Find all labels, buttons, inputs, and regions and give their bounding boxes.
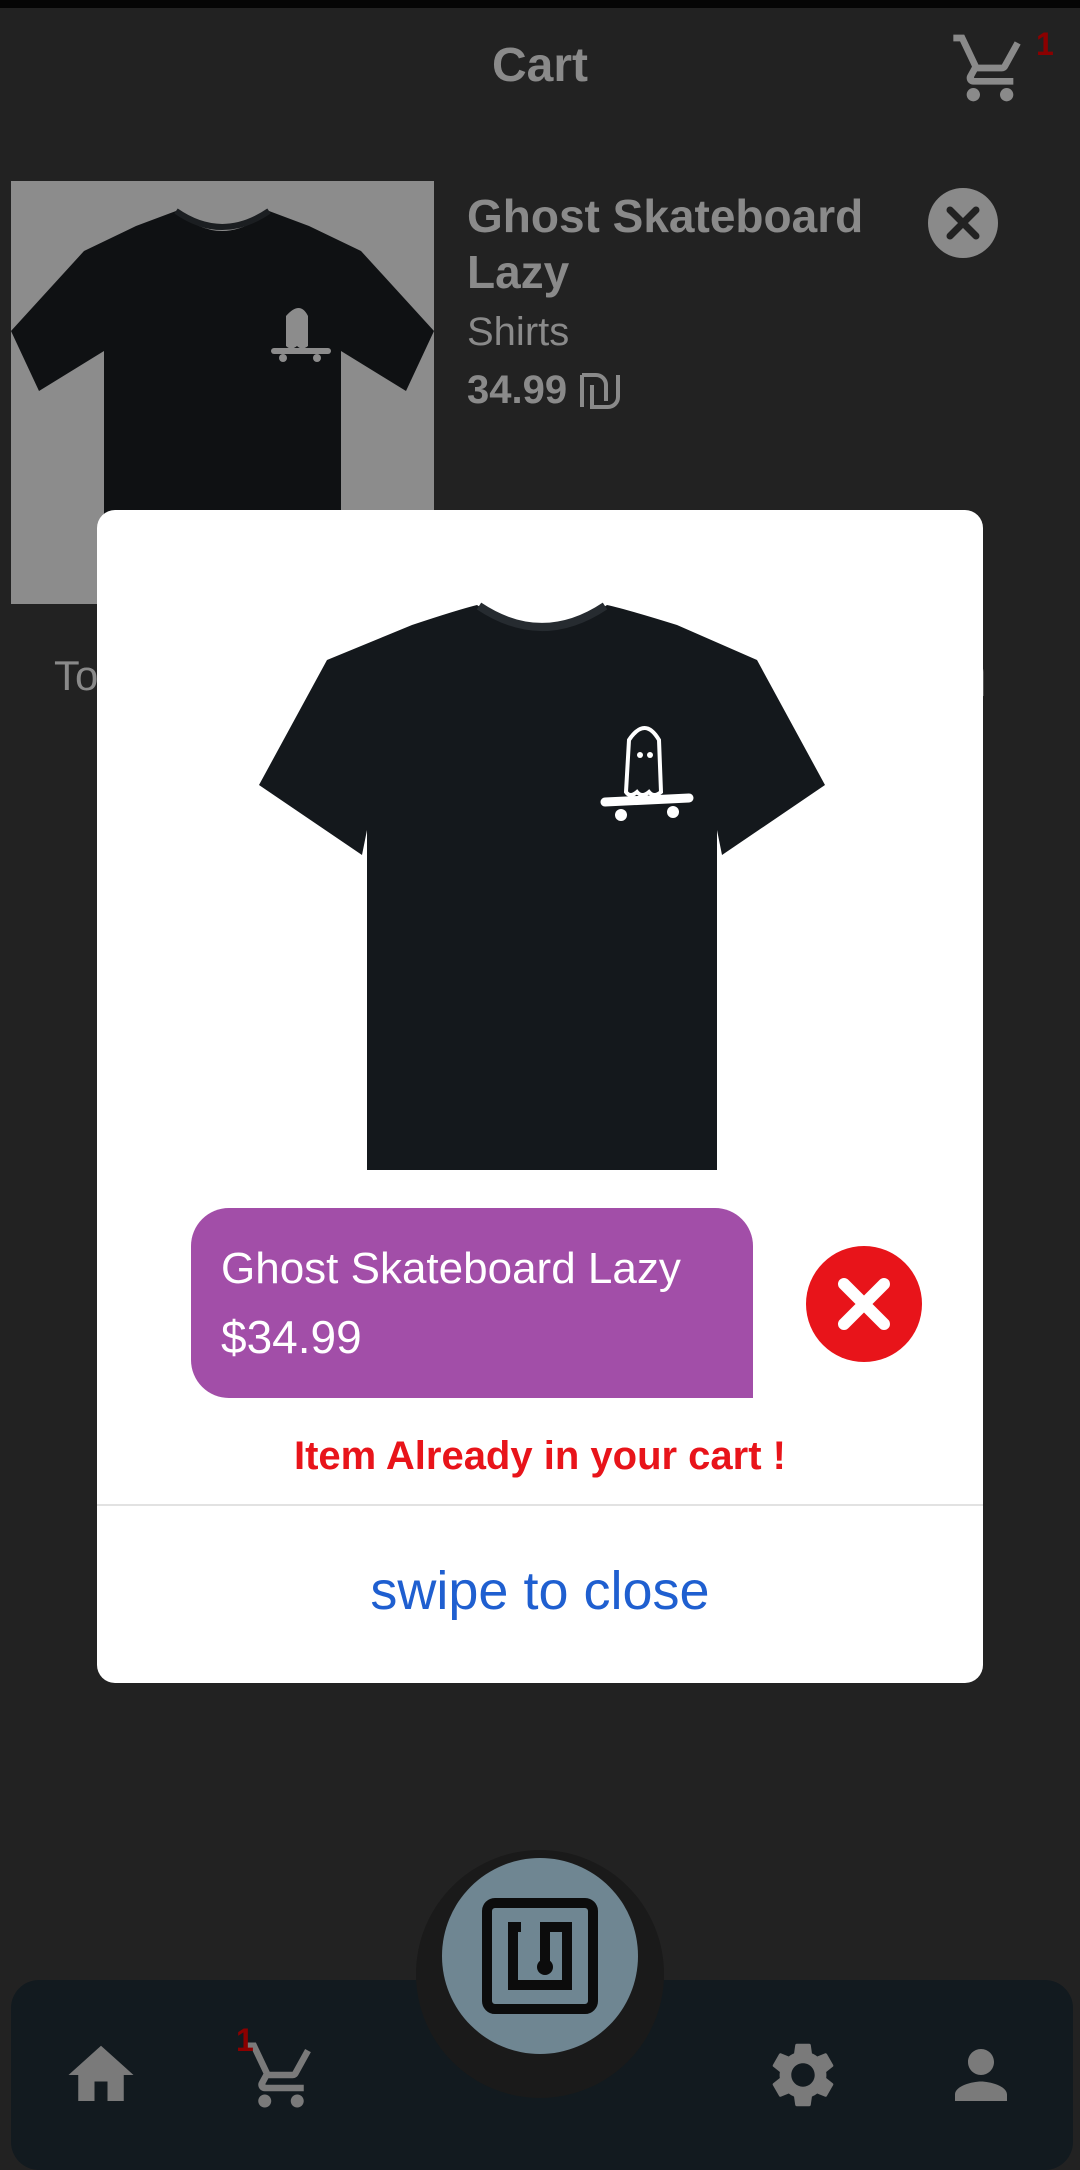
remove-item-button[interactable]: [928, 188, 998, 258]
product-name: Ghost Skateboard Lazy: [221, 1244, 681, 1293]
gear-icon: [772, 2043, 834, 2107]
nfc-icon: [482, 1898, 598, 2014]
nav-cart[interactable]: 1: [236, 2022, 326, 2120]
close-icon: [946, 206, 980, 240]
nav-settings[interactable]: [758, 2030, 848, 2120]
cart-item-price: 34.99: [467, 368, 621, 413]
product-price: $34.99: [221, 1311, 362, 1363]
tshirt-image: [259, 602, 825, 1170]
cart-count-badge: 1: [1036, 26, 1054, 62]
page-title: Cart: [491, 39, 589, 92]
product-image: [257, 590, 827, 1170]
dismiss-button[interactable]: [806, 1246, 922, 1362]
item-already-in-cart-dialog: Ghost Skateboard Lazy $34.99 Item Alread…: [97, 510, 983, 1683]
nfc-scan-button[interactable]: [442, 1858, 638, 2054]
cart-item-name: Ghost Skateboard Lazy: [467, 190, 864, 298]
price-value: 34.99: [467, 368, 568, 412]
nav-home[interactable]: [56, 2030, 146, 2120]
cart-icon: [953, 34, 1021, 102]
cart-item-category: Shirts: [467, 310, 570, 354]
swipe-to-close-link[interactable]: swipe to close: [97, 1560, 983, 1622]
currency-icon: [580, 372, 621, 409]
product-info-bubble: Ghost Skateboard Lazy $34.99: [191, 1208, 753, 1398]
nav-profile[interactable]: [936, 2030, 1026, 2120]
home-icon: [68, 2045, 134, 2101]
already-in-cart-message: Item Already in your cart !: [294, 1434, 786, 1478]
status-bar-edge: [0, 0, 1080, 8]
header-cart-button[interactable]: 1: [950, 26, 1054, 118]
total-label: To: [54, 652, 99, 699]
cart-count-badge: 1: [236, 2022, 254, 2058]
close-icon: [838, 1278, 890, 1330]
divider: [97, 1504, 983, 1506]
person-icon: [955, 2049, 1007, 2101]
app-header: Cart 1: [0, 8, 1080, 148]
